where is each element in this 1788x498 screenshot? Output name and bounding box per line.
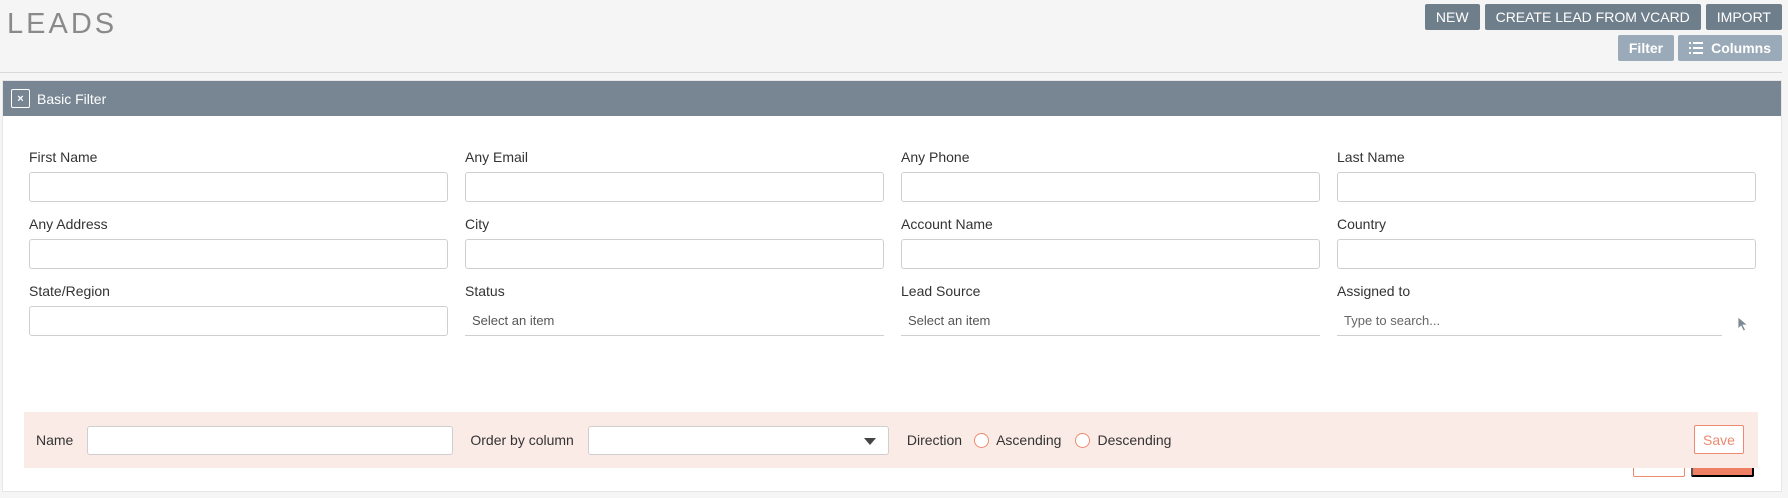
filter-panel-title: Basic Filter	[37, 90, 107, 107]
assigned-to-search[interactable]: Type to search...	[1337, 306, 1722, 336]
country-group: Country	[1337, 216, 1757, 269]
order-by-label: Order by column	[470, 432, 574, 448]
any-phone-input[interactable]	[901, 172, 1320, 202]
save-name-input[interactable]	[87, 425, 454, 455]
lead-source-group: Lead Source Select an item	[901, 283, 1321, 336]
country-input[interactable]	[1337, 239, 1756, 269]
page-title: LEADS	[7, 8, 118, 40]
close-icon[interactable]: ×	[11, 89, 30, 108]
direction-label: Direction	[906, 432, 963, 448]
any-phone-group: Any Phone	[901, 149, 1321, 202]
save-name-label: Name	[36, 432, 74, 448]
first-name-label: First Name	[29, 149, 98, 165]
account-name-label: Account Name	[901, 216, 993, 232]
descending-radio[interactable]	[1075, 432, 1091, 448]
state-region-label: State/Region	[29, 283, 110, 299]
columns-button[interactable]: Columns	[1678, 35, 1782, 61]
columns-button-label: Columns	[1711, 40, 1771, 56]
any-email-label: Any Email	[465, 149, 529, 165]
save-filter-bar: Name Order by column Direction Ascending…	[24, 412, 1758, 468]
any-email-input[interactable]	[465, 172, 884, 202]
status-select[interactable]: Select an item	[465, 306, 884, 336]
filter-button[interactable]: Filter	[1617, 35, 1675, 61]
create-lead-from-vcard-button[interactable]: CREATE LEAD FROM VCARD	[1484, 4, 1701, 30]
save-button[interactable]: Save	[1694, 425, 1744, 454]
city-input[interactable]	[465, 239, 884, 269]
state-region-group: State/Region	[29, 283, 449, 336]
any-address-label: Any Address	[29, 216, 108, 232]
account-name-group: Account Name	[901, 216, 1321, 269]
descending-label: Descending	[1097, 432, 1172, 448]
first-name-group: First Name	[29, 149, 449, 202]
any-phone-label: Any Phone	[901, 149, 970, 165]
cursor-arrow-icon	[1737, 316, 1749, 332]
lead-source-label: Lead Source	[901, 283, 981, 299]
filter-panel-header: × Basic Filter	[3, 81, 1781, 116]
ascending-radio[interactable]	[974, 432, 990, 448]
city-label: City	[465, 216, 490, 232]
country-label: Country	[1337, 216, 1387, 232]
state-region-input[interactable]	[29, 306, 448, 336]
any-email-group: Any Email	[465, 149, 885, 202]
top-actions: NEW CREATE LEAD FROM VCARD IMPORT	[1424, 4, 1782, 30]
ascending-label: Ascending	[996, 432, 1062, 448]
secondary-actions: Filter Columns	[1617, 35, 1782, 61]
filter-button-label: Filter	[1628, 40, 1664, 56]
import-button[interactable]: IMPORT	[1705, 4, 1782, 30]
city-group: City	[465, 216, 885, 269]
assigned-to-group: Assigned to Type to search...	[1337, 283, 1757, 336]
list-icon	[1689, 42, 1704, 54]
account-name-input[interactable]	[901, 239, 1320, 269]
new-button[interactable]: NEW	[1424, 4, 1480, 30]
divider	[0, 72, 1782, 73]
order-by-select[interactable]	[587, 425, 889, 455]
last-name-group: Last Name	[1337, 149, 1757, 202]
last-name-label: Last Name	[1337, 149, 1405, 165]
first-name-input[interactable]	[29, 172, 448, 202]
any-address-input[interactable]	[29, 239, 448, 269]
last-name-input[interactable]	[1337, 172, 1756, 202]
lead-source-select[interactable]: Select an item	[901, 306, 1320, 336]
assigned-to-label: Assigned to	[1337, 283, 1411, 299]
any-address-group: Any Address	[29, 216, 449, 269]
status-label: Status	[465, 283, 505, 299]
status-group: Status Select an item	[465, 283, 885, 336]
chevron-down-icon	[863, 437, 876, 445]
